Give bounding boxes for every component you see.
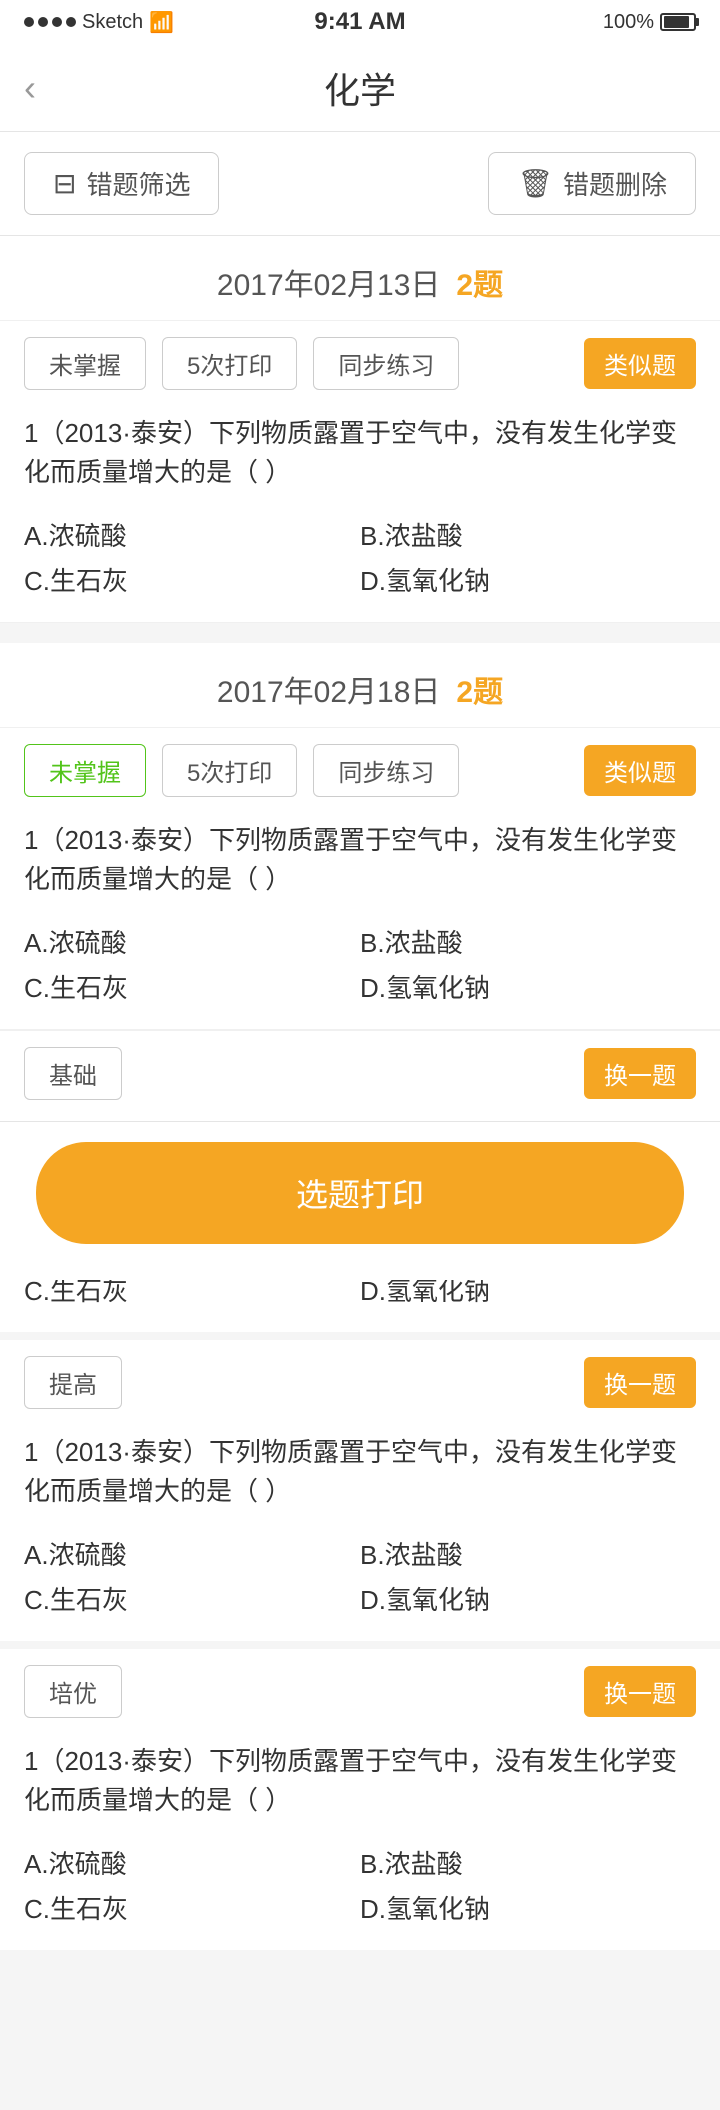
swap-button-2-3[interactable]: 换一题 <box>584 1357 696 1408</box>
question-block-1-1: 未掌握 5次打印 同步练习 类似题 1（2013·泰安）下列物质露置于空气中，没… <box>0 320 720 623</box>
battery-percent: 100% <box>603 11 654 34</box>
option-c-2-4: C.生石灰 <box>24 1885 360 1930</box>
swap-button-2-2[interactable]: 换一题 <box>584 1048 696 1099</box>
question-options-2-4: A.浓硫酸 B.浓盐酸 C.生石灰 D.氢氧化钠 <box>24 1828 696 1950</box>
question-block-2-4: 培优 换一题 1（2013·泰安）下列物质露置于空气中，没有发生化学变化而质量增… <box>0 1641 720 1950</box>
option-c-2-1: C.生石灰 <box>24 964 360 1009</box>
question-options-2-1: A.浓硫酸 B.浓盐酸 C.生石灰 D.氢氧化钠 <box>24 907 696 1029</box>
tag-not-mastered-2[interactable]: 未掌握 <box>24 744 146 797</box>
toolbar: ⊟ 错题筛选 🗑 错题删除 <box>0 132 720 236</box>
battery-icon <box>660 13 696 31</box>
date-header-1: 2017年02月13日 2题 <box>0 236 720 320</box>
question-count-2: 2题 <box>456 667 503 711</box>
option-a-2-4: A.浓硫酸 <box>24 1840 360 1885</box>
back-button[interactable]: ‹ <box>24 67 36 109</box>
tag-sync-practice-1[interactable]: 同步练习 <box>313 337 459 390</box>
option-b-2-3: B.浓盐酸 <box>360 1531 696 1576</box>
carrier-label: Sketch <box>82 11 143 34</box>
question-block-2-1: 未掌握 5次打印 同步练习 类似题 1（2013·泰安）下列物质露置于空气中，没… <box>0 727 720 1030</box>
delete-button[interactable]: 🗑 错题删除 <box>488 152 696 215</box>
nav-bar: ‹ 化学 <box>0 44 720 132</box>
option-d-1-1: D.氢氧化钠 <box>360 557 696 602</box>
print-bar: 选题打印 <box>0 1121 720 1280</box>
option-c-2-3: C.生石灰 <box>24 1576 360 1621</box>
swap-button-2-4[interactable]: 换一题 <box>584 1666 696 1717</box>
bottom-spacer <box>0 1950 720 2110</box>
tag-row-2-1: 未掌握 5次打印 同步练习 类似题 <box>24 728 696 813</box>
tag-elite-2[interactable]: 培优 <box>24 1665 122 1718</box>
option-a-2-1: A.浓硫酸 <box>24 919 360 964</box>
question-text-2-3: 1（2013·泰安）下列物质露置于空气中，没有发生化学变化而质量增大的是（ ） <box>24 1425 696 1519</box>
similar-button-1[interactable]: 类似题 <box>584 338 696 389</box>
option-a-2-3: A.浓硫酸 <box>24 1531 360 1576</box>
filter-button[interactable]: ⊟ 错题筛选 <box>24 152 219 215</box>
wifi-icon: 📶 <box>149 10 174 35</box>
tag-print-5-2[interactable]: 5次打印 <box>162 744 297 797</box>
option-a-1-1: A.浓硫酸 <box>24 512 360 557</box>
tag-basic-2[interactable]: 基础 <box>24 1047 122 1100</box>
tag-row-2-4: 培优 换一题 <box>24 1649 696 1734</box>
question-options-2-3: A.浓硫酸 B.浓盐酸 C.生石灰 D.氢氧化钠 <box>24 1519 696 1641</box>
status-bar: Sketch 📶 9:41 AM 100% <box>0 0 720 44</box>
question-text-1-1: 1（2013·泰安）下列物质露置于空气中，没有发生化学变化而质量增大的是（ ） <box>24 406 696 500</box>
date-text-1: 2017年02月13日 <box>217 260 440 304</box>
option-d-2-4: D.氢氧化钠 <box>360 1885 696 1930</box>
option-b-1-1: B.浓盐酸 <box>360 512 696 557</box>
page-title: 化学 <box>324 62 396 114</box>
status-time: 9:41 AM <box>314 8 405 36</box>
tag-row-1-1: 未掌握 5次打印 同步练习 类似题 <box>24 321 696 406</box>
option-b-2-4: B.浓盐酸 <box>360 1840 696 1885</box>
tag-print-5-1[interactable]: 5次打印 <box>162 337 297 390</box>
section-divider-1 <box>0 623 720 643</box>
delete-icon: 🗑 <box>517 167 553 200</box>
filter-icon: ⊟ <box>53 167 76 200</box>
date-text-2: 2017年02月18日 <box>217 667 440 711</box>
similar-button-2[interactable]: 类似题 <box>584 745 696 796</box>
tag-not-mastered-1[interactable]: 未掌握 <box>24 337 146 390</box>
date-header-2: 2017年02月18日 2题 <box>0 643 720 727</box>
question-text-2-1: 1（2013·泰安）下列物质露置于空气中，没有发生化学变化而质量增大的是（ ） <box>24 813 696 907</box>
tag-sync-practice-2[interactable]: 同步练习 <box>313 744 459 797</box>
status-right: 100% <box>603 11 696 34</box>
signal-dots <box>24 17 76 27</box>
question-text-2-4: 1（2013·泰安）下列物质露置于空气中，没有发生化学变化而质量增大的是（ ） <box>24 1734 696 1828</box>
filter-label: 错题筛选 <box>86 165 190 202</box>
tag-advanced-2[interactable]: 提高 <box>24 1356 122 1409</box>
option-d-2-3: D.氢氧化钠 <box>360 1576 696 1621</box>
tag-row-2-2: 基础 换一题 <box>24 1031 696 1116</box>
option-d-2-1: D.氢氧化钠 <box>360 964 696 1009</box>
option-b-2-1: B.浓盐酸 <box>360 919 696 964</box>
question-count-1: 2题 <box>456 260 503 304</box>
status-left: Sketch 📶 <box>24 10 174 35</box>
print-button[interactable]: 选题打印 <box>36 1142 684 1244</box>
tag-row-2-3: 提高 换一题 <box>24 1340 696 1425</box>
question-options-1-1: A.浓硫酸 B.浓盐酸 C.生石灰 D.氢氧化钠 <box>24 500 696 622</box>
delete-label: 错题删除 <box>563 165 667 202</box>
question-block-2-3: 提高 换一题 1（2013·泰安）下列物质露置于空气中，没有发生化学变化而质量增… <box>0 1332 720 1641</box>
option-c-1-1: C.生石灰 <box>24 557 360 602</box>
